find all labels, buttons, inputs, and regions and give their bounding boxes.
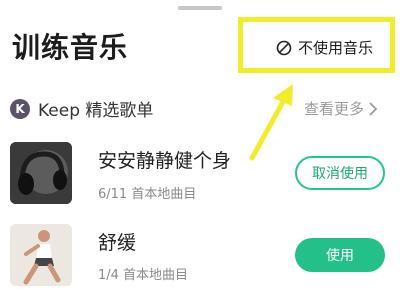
no-music-label: 不使用音乐	[298, 39, 374, 57]
use-button[interactable]: 使用	[295, 238, 385, 272]
song-meta: 6/11 首本地曲目	[98, 187, 197, 202]
sheet-drag-handle[interactable]	[178, 6, 222, 10]
runner-cover-art	[10, 224, 72, 286]
song-meta: 1/4 首本地曲目	[98, 268, 189, 283]
keep-logo-icon: K	[10, 98, 30, 119]
song-title: 舒缓	[98, 232, 137, 254]
chevron-right-icon	[369, 101, 378, 116]
playlist-cover-image[interactable]	[10, 142, 72, 204]
playlist-label: Keep 精选歌单	[38, 101, 154, 121]
song-title: 安安静静健个身	[98, 150, 232, 172]
headphones-cover-art	[10, 142, 72, 204]
playlist-header: K Keep 精选歌单	[10, 96, 153, 121]
playlist-cover-image[interactable]	[10, 224, 72, 286]
page-title: 训练音乐	[12, 31, 129, 64]
no-music-button[interactable]: 不使用音乐	[276, 37, 373, 58]
view-more-link[interactable]: 查看更多	[304, 98, 378, 119]
cancel-use-button[interactable]: 取消使用	[295, 156, 385, 190]
prohibited-icon	[276, 40, 292, 55]
view-more-label: 查看更多	[304, 100, 365, 118]
